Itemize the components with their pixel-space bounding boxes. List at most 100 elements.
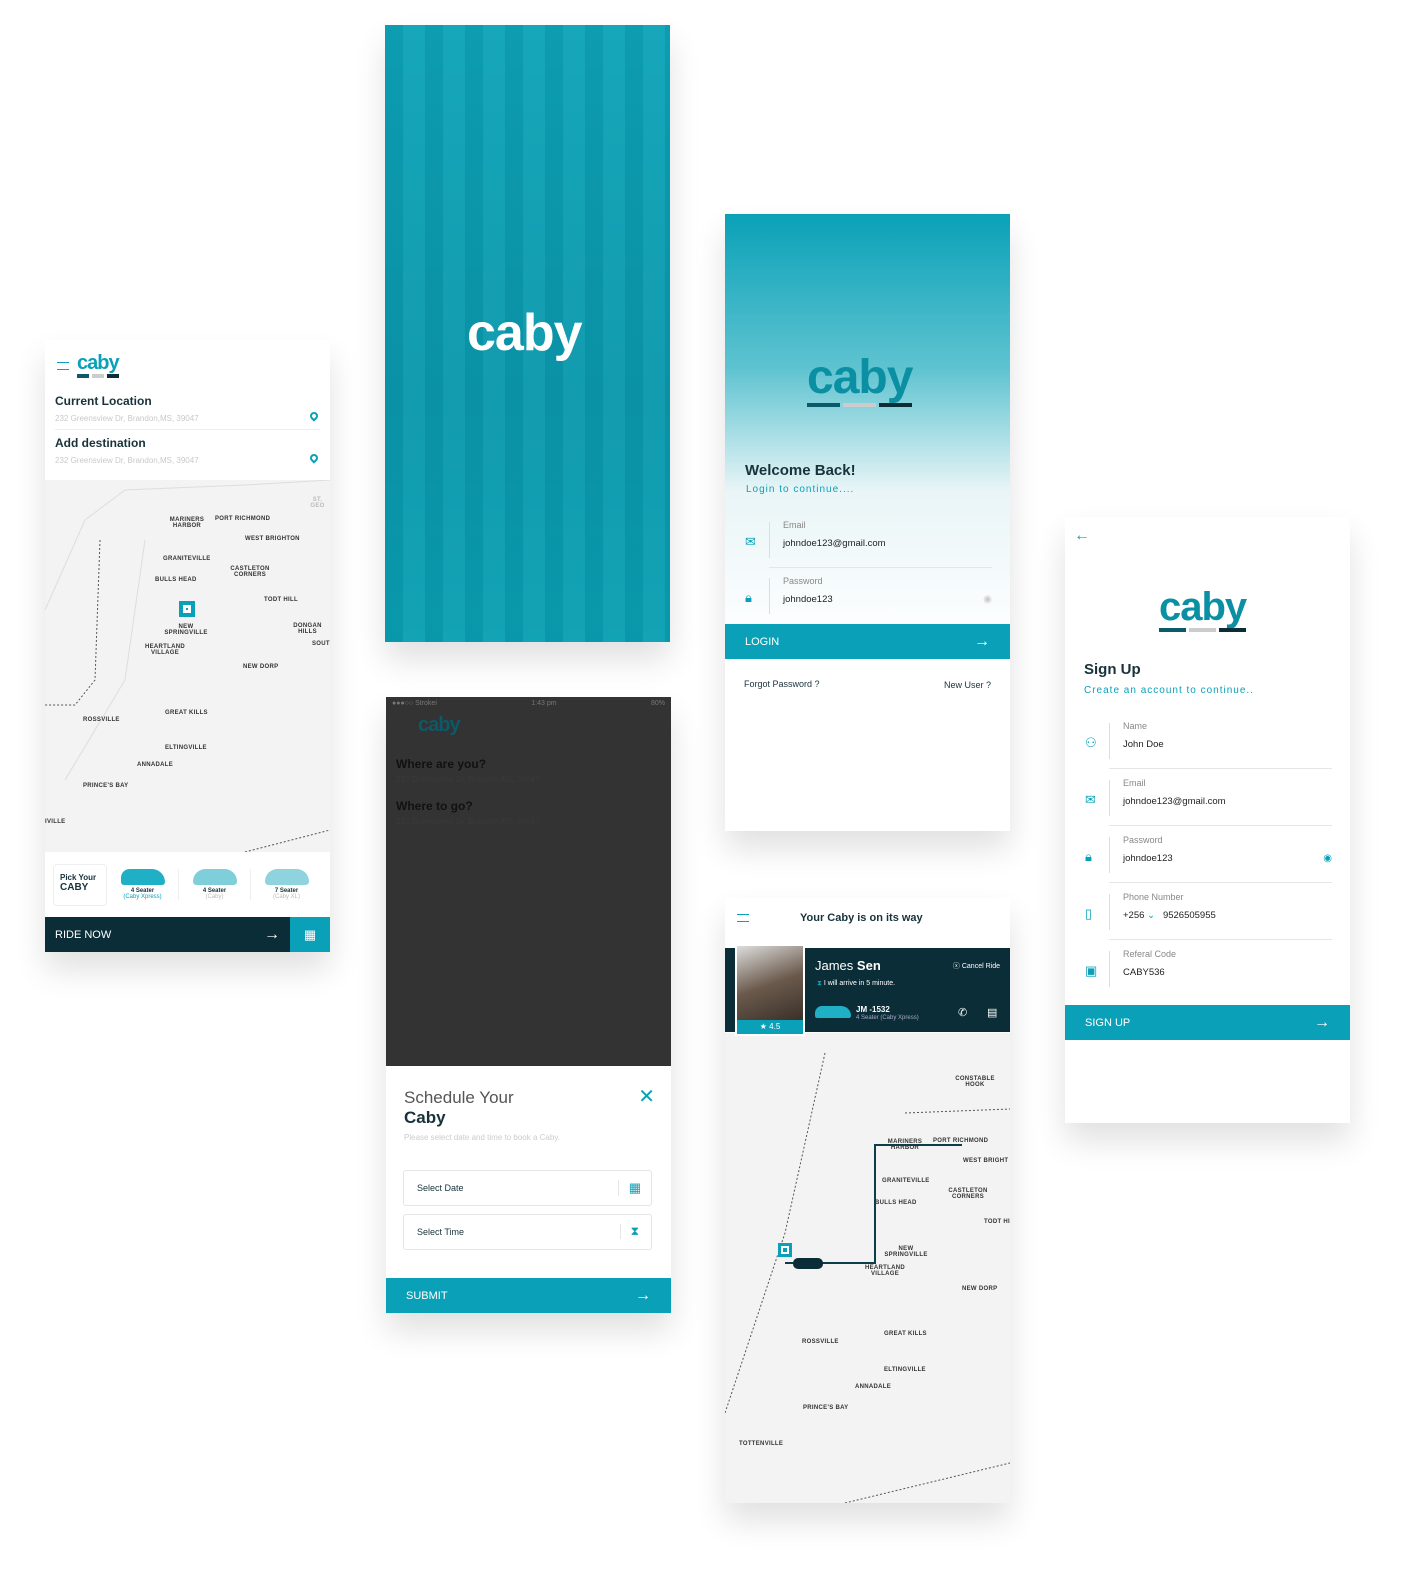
lock-icon: 🔒︎ <box>1085 849 1092 864</box>
status-bar: ●●●○○ Strokei 1:43 pm 80% <box>392 700 665 707</box>
map-label: GRANITEVILLE <box>163 556 211 562</box>
map-label: NEW SPRINGVILLE <box>884 1246 928 1258</box>
name-field[interactable]: ⚇ Name John Doe <box>1065 713 1332 769</box>
map-label: GREAT KILLS <box>165 710 208 716</box>
car-picker: Pick Your CABY 4 Seater (Caby Xpress) 4 Se… <box>45 852 330 917</box>
hourglass-icon: ⧗ <box>817 980 824 987</box>
map-label: PRINCE'S BAY <box>83 783 129 789</box>
signup-subtitle: Create an account to continue.. <box>1084 685 1254 696</box>
arrow-right-icon: → <box>264 925 280 943</box>
logo: caby <box>467 304 583 362</box>
dimmed-background: ●●●○○ Strokei 1:43 pm 80% caby Where are y… <box>386 697 671 1066</box>
plate: JM -1532 <box>856 1005 890 1014</box>
address: 232 Greensview Dr, Brandon,MS, 39047 <box>396 775 540 784</box>
map-label: HEARTLAND VILLAGE <box>144 644 186 656</box>
schedule-screen: ●●●○○ Strokei 1:43 pm 80% caby Where are y… <box>386 697 671 1313</box>
current-location-marker <box>179 601 195 617</box>
phone-icon: ▯ <box>1085 906 1093 921</box>
select-date-input[interactable]: Select Date ▦ <box>403 1170 652 1206</box>
arrow-right-icon: → <box>635 1286 651 1304</box>
close-icon[interactable]: ✕ <box>638 1084 655 1109</box>
map-label: ROSSVILLE <box>83 717 120 723</box>
sign-up-button[interactable]: SIGN UP → <box>1065 1005 1350 1040</box>
ride-now-button[interactable]: RIDE NOW → <box>45 917 290 952</box>
schedule-title-bold: Caby <box>404 1108 446 1127</box>
car-option-caby[interactable]: 4 Seater (Caby) <box>179 869 251 900</box>
submit-button[interactable]: SUBMIT → <box>386 1278 671 1313</box>
map-label: DONGAN HILLS <box>293 623 322 635</box>
current-location-field[interactable]: Current Location 232 Greensview Dr, Bran… <box>55 394 320 430</box>
home-screen: caby Current Location 232 Greensview Dr,… <box>45 340 330 952</box>
menu-icon[interactable] <box>737 914 749 922</box>
map-label: TODT HI <box>984 1219 1010 1225</box>
cancel-icon: ⓧ <box>952 963 962 970</box>
destination-field[interactable]: Add destination 232 Greensview Dr, Brand… <box>55 436 320 472</box>
map-label: HEARTLAND VILLAGE <box>864 1265 906 1277</box>
map-label: BULLS HEAD <box>155 577 197 583</box>
logo: caby <box>77 353 120 378</box>
login-button[interactable]: LOGIN → <box>725 624 1010 659</box>
welcome-title: Welcome Back! <box>745 462 856 479</box>
back-arrow-icon[interactable]: ← <box>1074 527 1090 545</box>
car-option-xpress[interactable]: 4 Seater (Caby Xpress) <box>107 869 179 900</box>
forgot-password-link[interactable]: Forgot Password ? <box>744 679 820 689</box>
map-label: NEW SPRINGVILLE <box>164 624 208 636</box>
star-icon: ★ <box>759 1022 770 1031</box>
map-label: ANNADALE <box>855 1384 892 1390</box>
address: 232 Greensview Dr, Brandon,MS, 39047 <box>396 817 540 826</box>
email-field[interactable]: ✉ Email johndoe123@gmail.com <box>725 512 992 568</box>
destination-address: 232 Greensview Dr, Brandon,MS, 39047 <box>55 456 199 465</box>
map-label: CONSTABLE HOOK <box>955 1076 995 1088</box>
calendar-icon: ▦ <box>617 1180 641 1196</box>
arrow-right-icon: → <box>1314 1013 1330 1031</box>
cancel-ride-button[interactable]: ⓧ Cancel Ride <box>953 961 1000 971</box>
car-marker <box>793 1258 823 1269</box>
map-label: ST. GEO <box>310 497 325 509</box>
country-code-select[interactable]: +256 ⌄ <box>1123 910 1155 921</box>
signup-screen: ← caby Sign Up Create an account to cont… <box>1065 517 1350 1123</box>
logo: caby <box>1159 587 1247 632</box>
map-label: WEST BRIGHT <box>963 1158 1009 1164</box>
signup-title: Sign Up <box>1084 661 1141 678</box>
map-label: PORT RICHMOND <box>215 516 271 522</box>
email-field[interactable]: ✉ Email johndoe123@gmail.com <box>1065 770 1332 826</box>
map-label: ROSSVILLE <box>802 1339 839 1345</box>
map-label: MARINERS HARBOR <box>169 517 205 529</box>
map-label: SOUT <box>312 641 330 647</box>
splash-screen: caby <box>385 25 670 642</box>
new-user-link[interactable]: New User ? <box>944 680 991 690</box>
current-location-address: 232 Greensview Dr, Brandon,MS, 39047 <box>55 414 199 423</box>
car-icon <box>120 869 165 885</box>
driver-card: ★ 4.5 James Sen ⓧ Cancel Ride ⧗ I will a… <box>725 944 1010 1036</box>
referral-icon: ▣ <box>1085 963 1098 978</box>
select-time-input[interactable]: Select Time ⧗ <box>403 1214 652 1250</box>
map-label: PORT RICHMOND <box>933 1138 989 1144</box>
chat-icon[interactable]: ▤ <box>987 1006 997 1019</box>
pick-your-caby: Pick Your CABY <box>53 863 107 906</box>
menu-icon[interactable] <box>57 362 69 370</box>
car-option-xl[interactable]: 7 Seater (Caby XL) <box>251 869 322 900</box>
tracking-title: Your Caby is on its way <box>800 912 923 924</box>
password-field[interactable]: 🔒︎ Password johndoe123 ◉ <box>1065 827 1332 883</box>
map-label: ANNADALE <box>137 762 174 768</box>
where-to-go-label: Where to go? <box>396 799 473 813</box>
map[interactable]: CONSTABLE HOOK MARINERS HARBOR PORT RICH… <box>725 1033 1010 1503</box>
driver-name: James Sen <box>815 958 881 973</box>
phone-field[interactable]: ▯ Phone Number +256 ⌄ 9526505955 <box>1065 884 1332 940</box>
map[interactable]: MARINERS HARBOR PORT RICHMOND WEST BRIGH… <box>45 480 330 852</box>
eye-icon[interactable]: ◉ <box>983 594 992 605</box>
schedule-button[interactable]: ▦ <box>290 917 330 952</box>
ride-now-label: RIDE NOW <box>55 928 112 941</box>
referral-field[interactable]: ▣ Referal Code CABY536 <box>1065 941 1332 997</box>
map-label: BULLS HEAD <box>875 1200 917 1206</box>
eye-icon[interactable]: ◉ <box>1323 853 1332 864</box>
driver-rating: ★ 4.5 <box>737 1020 803 1034</box>
calendar-icon: ▦ <box>303 927 317 942</box>
password-field[interactable]: 🔒︎ Password johndoe123 ◉ <box>725 568 992 624</box>
mail-icon: ✉ <box>745 534 756 549</box>
schedule-sheet: Schedule Your Caby ✕ Please select date … <box>386 1066 671 1313</box>
car-icon <box>264 869 309 885</box>
map-label: IVILLE <box>45 819 66 825</box>
call-icon[interactable]: ✆ <box>958 1006 967 1019</box>
car-type: 4 Seater (Caby Xpress) <box>856 1015 919 1021</box>
